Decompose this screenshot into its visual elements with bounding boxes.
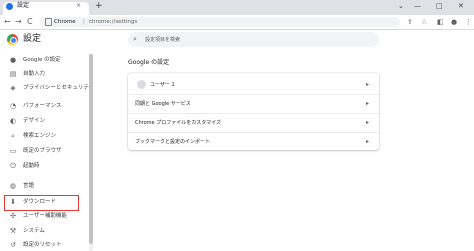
sidebar-item-system[interactable]: ⚒ システム [7, 225, 87, 237]
page-title: 設定 [23, 34, 42, 44]
settings-favicon-icon [6, 3, 13, 10]
divider [128, 132, 379, 133]
palette-icon: ◐ [9, 117, 17, 125]
sidebar-item-label: ユーザー補助機能 [23, 213, 67, 219]
menu-icon[interactable]: ⋮ [465, 15, 472, 29]
person-icon: ● [9, 56, 17, 64]
new-tab-button[interactable]: + [95, 1, 103, 12]
tab-title: 設定 [17, 2, 30, 9]
section-title: Google の設定 [128, 59, 170, 66]
downloads-highlight-box [4, 195, 79, 211]
profile-icon[interactable]: ● [451, 15, 457, 29]
row-user-label[interactable]: ユーザー 1 [150, 81, 175, 89]
tab-search-icon[interactable]: ⌄ [398, 1, 404, 12]
sidebar-item-accessibility[interactable]: ✣ ユーザー補助機能 [7, 210, 87, 222]
maximize-button[interactable]: □ [436, 1, 443, 12]
speedometer-icon: ◔ [9, 102, 17, 110]
sidebar-item-appearance[interactable]: ◐ デザイン [7, 115, 87, 127]
accessibility-icon: ✣ [10, 212, 16, 220]
reset-icon: ↺ [10, 241, 16, 249]
chrome-page-icon[interactable] [45, 18, 52, 26]
close-window-button[interactable]: ✕ [458, 1, 464, 12]
sidebar-item-search-engine[interactable]: ⌕ 検索エンジン [7, 130, 87, 142]
avatar [137, 80, 146, 89]
power-icon: ⏻ [10, 162, 16, 170]
bookmark-star-icon[interactable]: ☆ [421, 15, 427, 29]
sidebar-item-performance[interactable]: ◔ パフォーマンス [7, 100, 87, 112]
sidebar-item-label: 検索エンジン [23, 133, 57, 139]
row-import-label[interactable]: ブックマークと設定のインポート [135, 138, 210, 146]
minimize-button[interactable]: — [414, 1, 421, 12]
chevron-right-icon[interactable]: ▸ [366, 81, 369, 89]
back-button[interactable]: ← [4, 15, 11, 29]
shield-icon: ◈ [10, 84, 16, 92]
address-url[interactable]: chrome://settings [89, 17, 137, 27]
sidebar-scrollbar-thumb[interactable] [89, 54, 93, 244]
side-panel-icon[interactable]: ◧ [437, 15, 444, 29]
sidebar-item-label: デザイン [23, 118, 46, 124]
wrench-icon: ⚒ [9, 227, 17, 235]
sidebar-item-label: パフォーマンス [23, 103, 62, 109]
chevron-right-icon[interactable]: ▸ [366, 119, 369, 127]
sidebar-item-label: 言語 [23, 183, 35, 189]
search-input[interactable] [145, 34, 345, 45]
sidebar-item-label: 自動入力 [23, 71, 46, 77]
sidebar-item-google[interactable]: ● Google の設定 [7, 54, 87, 66]
sidebar-item-on-startup[interactable]: ⏻ 起動時 [7, 160, 87, 172]
row-sync-label[interactable]: 同期と Google サービス [135, 100, 191, 108]
sidebar-item-label: 既定のブラウザ [23, 148, 62, 154]
autofill-icon: ▤ [9, 70, 17, 78]
sidebar-item-reset[interactable]: ↺ 設定のリセット [7, 239, 87, 251]
search-icon: ⌕ [11, 132, 15, 140]
sidebar-item-label: システム [23, 228, 45, 234]
divider [128, 113, 379, 114]
address-separator: | [83, 19, 85, 25]
forward-button[interactable]: → [15, 15, 22, 29]
globe-icon: ◍ [9, 182, 17, 190]
sidebar-item-default-browser[interactable]: ▭ 既定のブラウザ [7, 145, 87, 157]
sidebar-item-label: 設定のリセット [23, 242, 62, 248]
tab-close-icon[interactable]: × [76, 1, 81, 10]
sidebar-item-languages[interactable]: ◍ 言語 [7, 180, 87, 192]
sidebar-item-autofill[interactable]: ▤ 自動入力 [7, 68, 87, 80]
sidebar-item-label: プライバシーとセキュリティ [23, 85, 95, 91]
chevron-right-icon[interactable]: ▸ [366, 100, 369, 108]
chevron-right-icon[interactable]: ▸ [366, 138, 369, 146]
sidebar-item-label: 起動時 [23, 163, 40, 169]
chrome-logo-center [10, 37, 17, 44]
reload-button[interactable]: C [27, 15, 33, 29]
browser-icon: ▭ [9, 147, 17, 155]
share-icon[interactable]: ⇪ [407, 15, 413, 29]
row-customize-profile-label[interactable]: Chrome プロファイルをカスタマイズ [135, 119, 221, 127]
sidebar-item-label: Google の設定 [23, 57, 61, 63]
divider [128, 94, 379, 95]
sidebar-item-privacy[interactable]: ◈ プライバシーとセキュリティ [7, 82, 94, 94]
search-icon: ⌕ [133, 35, 137, 43]
address-scheme-label: Chrome [54, 19, 76, 25]
